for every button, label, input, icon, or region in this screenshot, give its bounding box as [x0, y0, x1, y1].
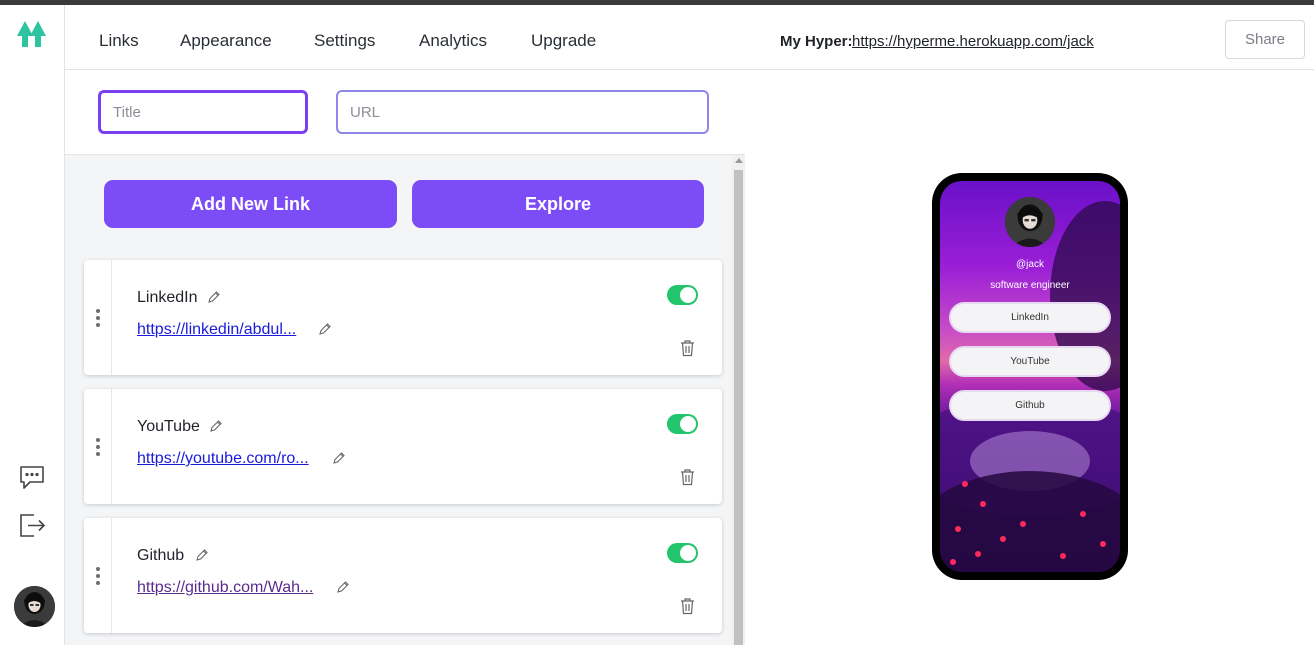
tree-logo-icon[interactable]: [16, 19, 48, 49]
links-scrollbar[interactable]: [732, 155, 745, 645]
link-url[interactable]: https://youtube.com/ro...: [137, 450, 309, 468]
phone-preview: @jack software engineer LinkedIn YouTube…: [932, 173, 1128, 580]
add-new-link-button[interactable]: Add New Link: [104, 180, 397, 228]
user-avatar[interactable]: [14, 586, 55, 627]
link-card: Github https://github.com/Wah...: [84, 518, 722, 633]
edit-url-pencil-icon[interactable]: [336, 580, 350, 594]
preview-link-button[interactable]: LinkedIn: [949, 302, 1111, 333]
link-title[interactable]: YouTube: [137, 418, 200, 436]
preview-header: My Hyper: https://hyperme.herokuapp.com/…: [745, 5, 1314, 70]
preview-link-button[interactable]: Github: [949, 390, 1111, 421]
link-enabled-toggle[interactable]: [667, 543, 698, 563]
drag-handle-icon[interactable]: [84, 389, 112, 504]
url-input[interactable]: [336, 90, 709, 134]
nav-analytics[interactable]: Analytics: [419, 31, 487, 51]
editor-panel: Links Appearance Settings Analytics Upgr…: [65, 5, 745, 645]
link-url[interactable]: https://linkedin/abdul...: [137, 321, 296, 339]
phone-screen: @jack software engineer LinkedIn YouTube…: [940, 181, 1120, 572]
nav-settings[interactable]: Settings: [314, 31, 375, 51]
left-rail: [0, 5, 65, 645]
edit-title-pencil-icon[interactable]: [209, 419, 223, 433]
preview-avatar: [1005, 197, 1055, 247]
trash-icon[interactable]: [680, 597, 695, 615]
nav-upgrade[interactable]: Upgrade: [531, 31, 596, 51]
preview-handle: @jack: [1016, 259, 1044, 270]
title-input[interactable]: [98, 90, 308, 134]
scroll-thumb[interactable]: [734, 170, 743, 645]
top-nav: Links Appearance Settings Analytics Upgr…: [65, 5, 745, 70]
link-url[interactable]: https://github.com/Wah...: [137, 579, 313, 597]
preview-link-button[interactable]: YouTube: [949, 346, 1111, 377]
edit-title-pencil-icon[interactable]: [195, 548, 209, 562]
trash-icon[interactable]: [680, 468, 695, 486]
link-enabled-toggle[interactable]: [667, 285, 698, 305]
new-link-form: [65, 70, 745, 155]
nav-links[interactable]: Links: [99, 31, 139, 51]
link-enabled-toggle[interactable]: [667, 414, 698, 434]
link-title[interactable]: Github: [137, 547, 184, 565]
nav-appearance[interactable]: Appearance: [180, 31, 272, 51]
edit-url-pencil-icon[interactable]: [332, 451, 346, 465]
drag-handle-icon[interactable]: [84, 260, 112, 375]
logout-icon[interactable]: [18, 511, 46, 539]
chat-bubble-icon[interactable]: [18, 463, 46, 491]
link-title[interactable]: LinkedIn: [137, 289, 198, 307]
preview-panel: My Hyper: https://hyperme.herokuapp.com/…: [745, 5, 1314, 645]
edit-title-pencil-icon[interactable]: [207, 290, 221, 304]
share-button[interactable]: Share: [1225, 20, 1305, 59]
edit-url-pencil-icon[interactable]: [318, 322, 332, 336]
explore-button[interactable]: Explore: [412, 180, 704, 228]
my-hyper-label: My Hyper:: [780, 33, 853, 50]
trash-icon[interactable]: [680, 339, 695, 357]
my-hyper-url[interactable]: https://hyperme.herokuapp.com/jack: [852, 33, 1094, 50]
links-list-area: Add New Link Explore LinkedIn https://li…: [65, 155, 745, 645]
preview-bio: software engineer: [990, 280, 1070, 291]
link-card: YouTube https://youtube.com/ro...: [84, 389, 722, 504]
scroll-up-arrow-icon[interactable]: [735, 158, 743, 163]
link-card: LinkedIn https://linkedin/abdul...: [84, 260, 722, 375]
drag-handle-icon[interactable]: [84, 518, 112, 633]
